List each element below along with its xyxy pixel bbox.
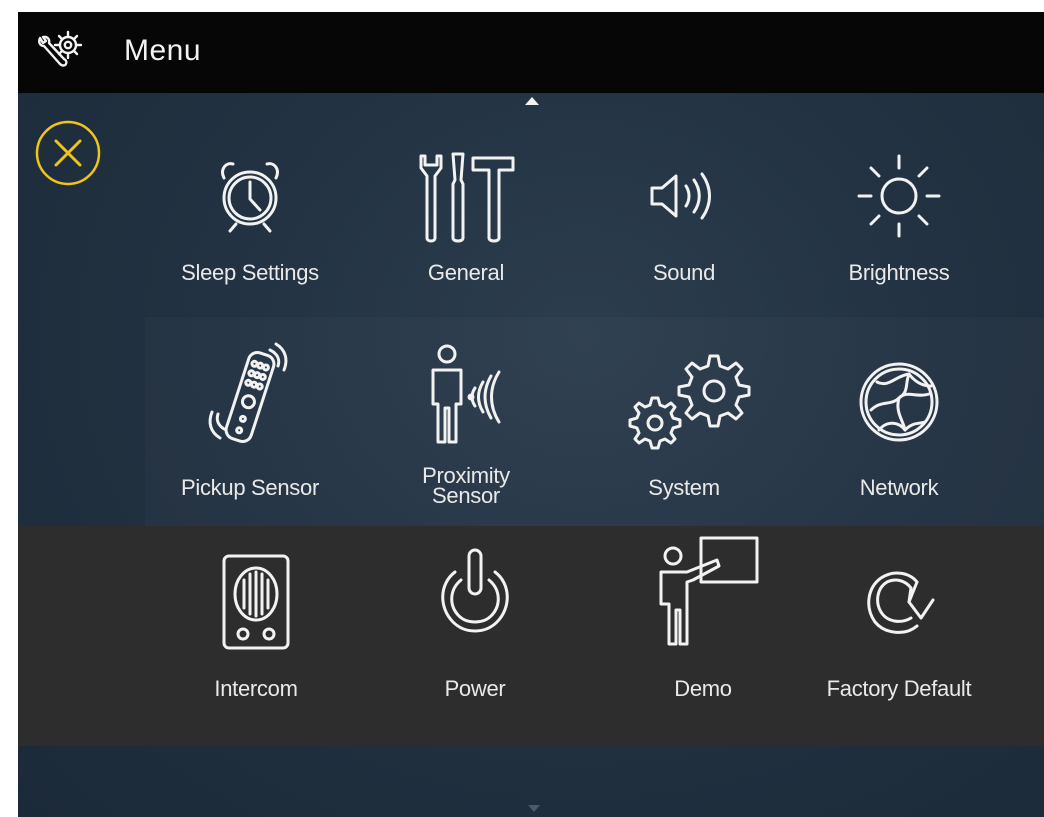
menu-item-label: System [648,475,720,500]
menu-item-label: General [427,260,505,285]
menu-item-sound[interactable]: Sound [584,138,784,318]
menu-item-system[interactable]: System [584,342,784,522]
menu-item-label: Demo [674,676,732,701]
menu-item-label: Proximity Sensor [366,465,566,508]
person-proximity-icon [431,344,501,444]
intercom-speaker-icon [222,554,290,650]
tools-icon [419,152,515,243]
alarm-clock-icon [221,162,279,233]
page-title: Menu [124,34,202,67]
menu-item-power[interactable]: Power [375,542,575,722]
reset-arrow-icon [867,571,935,634]
menu-item-general[interactable]: General [366,138,566,318]
menu-item-network[interactable]: Network [799,342,999,522]
menu-item-proximity-sensor[interactable]: Proximity Sensor [366,342,566,522]
menu-item-label: Pickup Sensor [181,475,319,500]
menu-item-label: Intercom [214,676,298,701]
menu-item-label: Power [444,676,506,701]
menu-item-label: Brightness [848,260,950,285]
globe-network-icon [859,362,939,442]
scroll-down-arrow-icon[interactable] [528,805,540,812]
menu-item-label: Sleep Settings [181,260,319,285]
menu-item-brightness[interactable]: Brightness [799,138,999,318]
gears-icon [628,354,751,450]
wrench-gear-icon [38,30,83,67]
close-button[interactable] [33,118,103,188]
menu-item-label: Factory Default [826,676,972,701]
presenter-board-icon [659,536,759,646]
vibrating-remote-icon [208,342,288,443]
menu-item-demo[interactable]: Demo [603,536,803,722]
menu-item-pickup-sensor[interactable]: Pickup Sensor [150,342,350,522]
menu-item-label: Network [859,475,939,500]
sun-icon [857,154,941,238]
power-icon [441,548,509,633]
menu-item-label: Sound [652,260,716,285]
speaker-icon [650,172,711,220]
menu-item-factory-default[interactable]: Factory Default [799,542,999,722]
menu-item-intercom[interactable]: Intercom [156,542,356,722]
menu-item-sleep-settings[interactable]: Sleep Settings [150,138,350,318]
top-bar: Menu [18,12,1044,93]
scroll-up-arrow-icon[interactable] [525,97,539,105]
menu-screen: Menu Sleep Settings General Sound Bright… [18,12,1044,817]
menu-item-label-line2: Sensor [432,483,500,508]
